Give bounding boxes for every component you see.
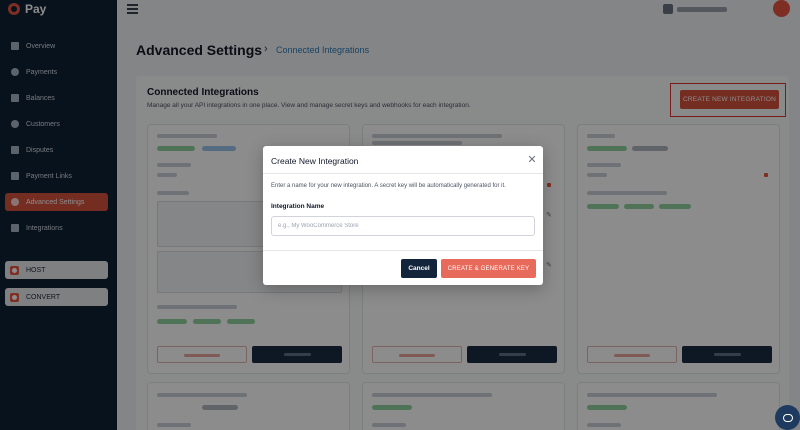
chat-icon	[782, 413, 793, 422]
integration-name-label: Integration Name	[271, 203, 325, 210]
chat-support-button[interactable]	[775, 405, 800, 430]
create-integration-dialog: Create New Integration ✕ Enter a name fo…	[263, 146, 543, 285]
divider	[263, 173, 543, 174]
dialog-title: Create New Integration	[271, 156, 359, 166]
integration-name-input[interactable]	[271, 216, 535, 236]
close-icon[interactable]: ✕	[526, 153, 538, 166]
divider	[263, 250, 543, 251]
cancel-button[interactable]: Cancel	[401, 259, 437, 278]
create-generate-key-button[interactable]: CREATE & GENERATE KEY	[441, 259, 536, 278]
dialog-description: Enter a name for your new integration. A…	[271, 183, 506, 189]
